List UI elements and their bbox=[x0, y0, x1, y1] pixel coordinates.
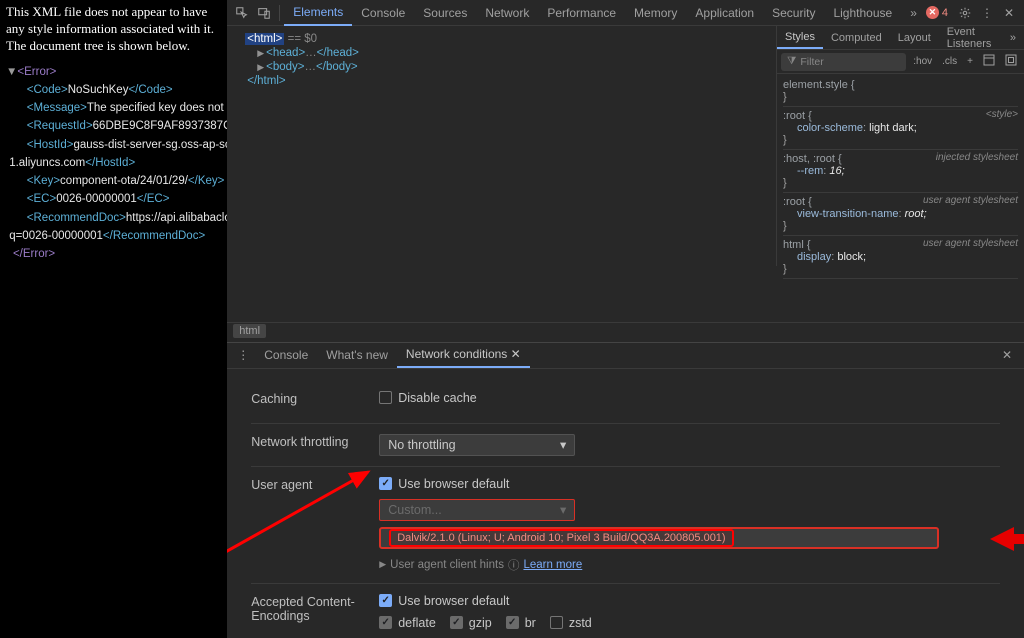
styles-panel: Styles Computed Layout Event Listeners »… bbox=[777, 26, 1024, 322]
drawer-tab-network-conditions[interactable]: Network conditions ✕ bbox=[397, 342, 530, 368]
checkbox-unchecked-icon bbox=[379, 391, 392, 404]
device-toggle-icon[interactable] bbox=[254, 3, 274, 23]
tab-console[interactable]: Console bbox=[352, 1, 414, 25]
xml-source: ▼<Error> <Code>NoSuchKey</Code> <Message… bbox=[6, 63, 221, 264]
ua-custom-select[interactable]: Custom... ▾ bbox=[379, 499, 575, 521]
styles-tab-eventlisteners[interactable]: Event Listeners bbox=[939, 22, 1002, 54]
disable-cache-checkbox[interactable]: Disable cache bbox=[379, 391, 1000, 405]
tabs-more-icon[interactable]: » bbox=[901, 1, 926, 25]
breadcrumb-html[interactable]: html bbox=[233, 324, 266, 338]
enc-deflate-checkbox[interactable]: ✓deflate bbox=[379, 616, 436, 630]
tab-application[interactable]: Application bbox=[686, 1, 763, 25]
throttling-label: Network throttling bbox=[251, 434, 379, 456]
info-icon: ⓘ bbox=[508, 557, 520, 573]
error-count-badge[interactable]: ✕4 bbox=[926, 6, 948, 19]
xml-intro-text: This XML file does not appear to have an… bbox=[6, 4, 221, 55]
close-tab-icon[interactable]: ✕ bbox=[511, 347, 521, 361]
tab-sources[interactable]: Sources bbox=[414, 1, 476, 25]
throttling-select[interactable]: No throttling ▾ bbox=[379, 434, 575, 456]
dom-node-head: <head>…</head> bbox=[266, 47, 359, 59]
encodings-label: Accepted Content-Encodings bbox=[251, 594, 379, 638]
box-model-icon[interactable] bbox=[1002, 52, 1020, 71]
ua-use-default-checkbox[interactable]: ✓ Use browser default bbox=[379, 477, 1000, 491]
xml-viewer-pane: This XML file does not appear to have an… bbox=[0, 0, 227, 638]
enc-gzip-checkbox[interactable]: ✓gzip bbox=[450, 616, 492, 630]
breadcrumb-bar: html bbox=[227, 322, 1024, 342]
tab-memory[interactable]: Memory bbox=[625, 1, 686, 25]
dom-node-html: <html> bbox=[245, 33, 284, 45]
styles-tabs-more-icon[interactable]: » bbox=[1002, 28, 1024, 48]
tab-network[interactable]: Network bbox=[476, 1, 538, 25]
inspect-icon[interactable] bbox=[232, 3, 252, 23]
cls-toggle[interactable]: .cls bbox=[939, 54, 960, 69]
devtools: Elements Console Sources Network Perform… bbox=[227, 0, 1024, 638]
drawer-kebab-icon[interactable]: ⋮ bbox=[231, 348, 255, 362]
drawer-close-icon[interactable]: ✕ bbox=[994, 348, 1020, 362]
tab-performance[interactable]: Performance bbox=[538, 1, 625, 25]
hov-toggle[interactable]: :hov bbox=[910, 54, 935, 69]
elements-dom-tree[interactable]: <html> == $0 ▶<head>…</head> ▶<body>…</b… bbox=[227, 26, 777, 266]
enc-use-default-checkbox[interactable]: ✓ Use browser default bbox=[379, 594, 1000, 608]
enc-br-checkbox[interactable]: ✓br bbox=[506, 616, 536, 630]
tab-elements[interactable]: Elements bbox=[284, 0, 352, 26]
styles-tab-styles[interactable]: Styles bbox=[777, 27, 823, 49]
user-agent-label: User agent bbox=[251, 477, 379, 573]
learn-more-link[interactable]: Learn more bbox=[523, 559, 582, 571]
tab-security[interactable]: Security bbox=[763, 1, 824, 25]
checkbox-checked-icon: ✓ bbox=[379, 477, 392, 490]
ua-client-hints-expand[interactable]: ▶ User agent client hints ⓘ Learn more bbox=[379, 557, 1000, 573]
chevron-down-icon: ▾ bbox=[560, 437, 566, 452]
chevron-down-icon: ▾ bbox=[560, 502, 566, 517]
chevron-right-icon: ▶ bbox=[379, 559, 386, 570]
styles-tab-layout[interactable]: Layout bbox=[890, 28, 939, 48]
styles-filter-input[interactable]: ⧩Filter bbox=[781, 53, 906, 71]
kebab-icon[interactable]: ⋮ bbox=[977, 3, 997, 23]
drawer-tab-console[interactable]: Console bbox=[255, 343, 317, 367]
drawer: ⋮ Console What's new Network conditions … bbox=[227, 342, 1024, 638]
devtools-tab-bar: Elements Console Sources Network Perform… bbox=[227, 0, 1024, 26]
checkbox-checked-icon: ✓ bbox=[379, 594, 392, 607]
tab-lighthouse[interactable]: Lighthouse bbox=[824, 1, 901, 25]
caching-label: Caching bbox=[251, 391, 379, 413]
new-style-rule-icon[interactable]: + bbox=[964, 54, 976, 69]
drawer-tab-whatsnew[interactable]: What's new bbox=[317, 343, 397, 367]
ua-string-input[interactable]: Dalvik/2.1.0 (Linux; U; Android 10; Pixe… bbox=[379, 527, 939, 549]
settings-icon[interactable] bbox=[955, 3, 975, 23]
dom-node-body: <body>…</body> bbox=[266, 61, 357, 73]
close-devtools-icon[interactable]: ✕ bbox=[999, 3, 1019, 23]
styles-tab-computed[interactable]: Computed bbox=[823, 28, 890, 48]
computed-styles-icon[interactable] bbox=[980, 52, 998, 71]
enc-zstd-checkbox[interactable]: zstd bbox=[550, 616, 592, 630]
